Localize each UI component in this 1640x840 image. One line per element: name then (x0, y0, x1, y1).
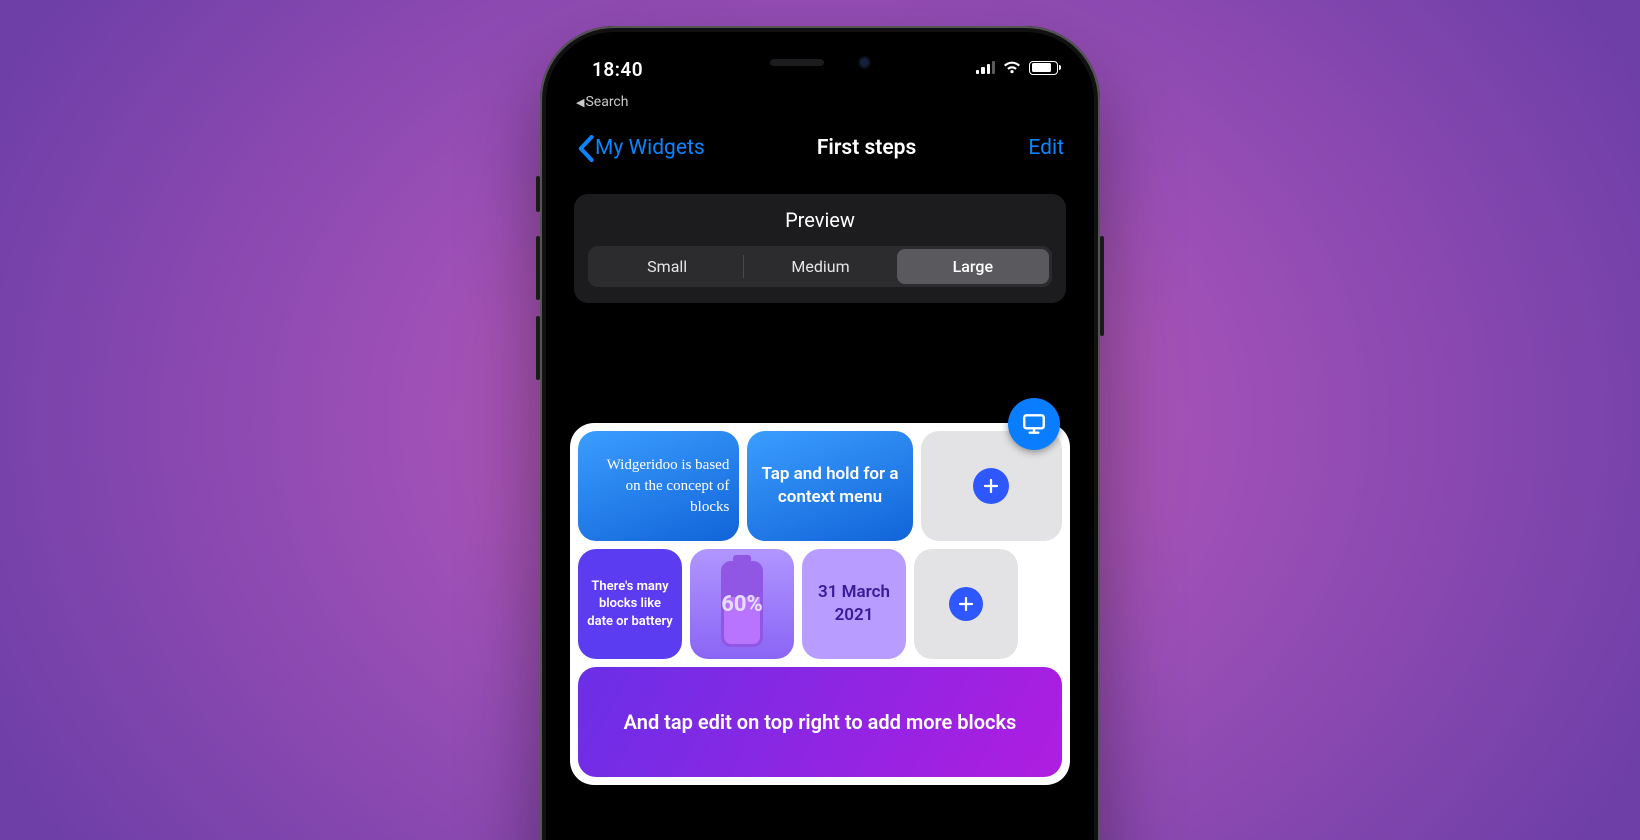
size-option-small[interactable]: Small (591, 249, 743, 284)
battery-icon (1029, 61, 1058, 75)
page-title: First steps (817, 136, 916, 160)
context-menu-label: Tap and hold for a context menu (759, 463, 900, 509)
widget-row-3: And tap edit on top right to add more bl… (578, 667, 1062, 777)
power-button (1100, 236, 1104, 336)
status-right-cluster (976, 60, 1058, 75)
widget-preview-area: Widgeridoo is based on the concept of bl… (558, 303, 1082, 785)
intro-text-label: Widgeridoo is based on the concept of bl… (588, 455, 729, 518)
nav-back-button[interactable]: My Widgets (576, 135, 705, 162)
widget-row-1: Widgeridoo is based on the concept of bl… (578, 431, 1062, 541)
plus-icon (957, 595, 975, 613)
battery-percentage-label: 60% (721, 592, 763, 617)
date-block[interactable]: 31 March 2021 (802, 549, 906, 659)
navigation-bar: My Widgets First steps Edit (558, 122, 1082, 174)
back-caret-icon: ◀ (576, 96, 584, 109)
front-camera (858, 56, 871, 69)
back-to-app-button[interactable]: ◀ Search (576, 94, 628, 110)
status-time: 18:40 (592, 58, 643, 81)
widget-row-2: There's many blocks like date or battery… (578, 549, 1062, 659)
footer-text-block[interactable]: And tap edit on top right to add more bl… (578, 667, 1062, 777)
footer-text-label: And tap edit on top right to add more bl… (624, 710, 1017, 734)
preview-card: Preview Small Medium Large (574, 194, 1066, 303)
intro-text-block[interactable]: Widgeridoo is based on the concept of bl… (578, 431, 739, 541)
context-menu-text-block[interactable]: Tap and hold for a context menu (747, 431, 912, 541)
plus-icon (982, 477, 1000, 495)
display-mode-button[interactable] (1008, 398, 1060, 450)
edit-button[interactable]: Edit (1028, 136, 1064, 160)
preview-header: Preview (588, 208, 1052, 232)
phone-frame: 18:40 ◀ Search (540, 26, 1100, 840)
date-label: 31 March 2021 (802, 581, 906, 627)
mute-switch (536, 176, 540, 212)
battery-block[interactable]: 60% (690, 549, 794, 659)
wifi-icon (1002, 60, 1022, 75)
nav-back-label: My Widgets (595, 136, 705, 160)
widget-canvas[interactable]: Widgeridoo is based on the concept of bl… (570, 423, 1070, 785)
add-block-button[interactable] (973, 468, 1009, 504)
back-to-app-label: Search (585, 94, 628, 110)
monitor-icon (1021, 411, 1047, 437)
notch (705, 44, 935, 80)
cellular-signal-icon (976, 61, 995, 74)
chevron-left-icon (576, 135, 595, 162)
phone-screen: 18:40 ◀ Search (558, 44, 1082, 840)
speaker-grille (770, 59, 824, 66)
add-block-button[interactable] (949, 587, 983, 621)
empty-block-2[interactable] (914, 549, 1018, 659)
blocks-description-block[interactable]: There's many blocks like date or battery (578, 549, 682, 659)
size-option-medium[interactable]: Medium (744, 249, 896, 284)
size-option-large[interactable]: Large (897, 249, 1049, 284)
size-segmented-control[interactable]: Small Medium Large (588, 246, 1052, 287)
blocks-description-label: There's many blocks like date or battery (586, 578, 674, 631)
volume-down-button (536, 316, 540, 380)
phone-bezel: 18:40 ◀ Search (546, 32, 1094, 840)
volume-up-button (536, 236, 540, 300)
